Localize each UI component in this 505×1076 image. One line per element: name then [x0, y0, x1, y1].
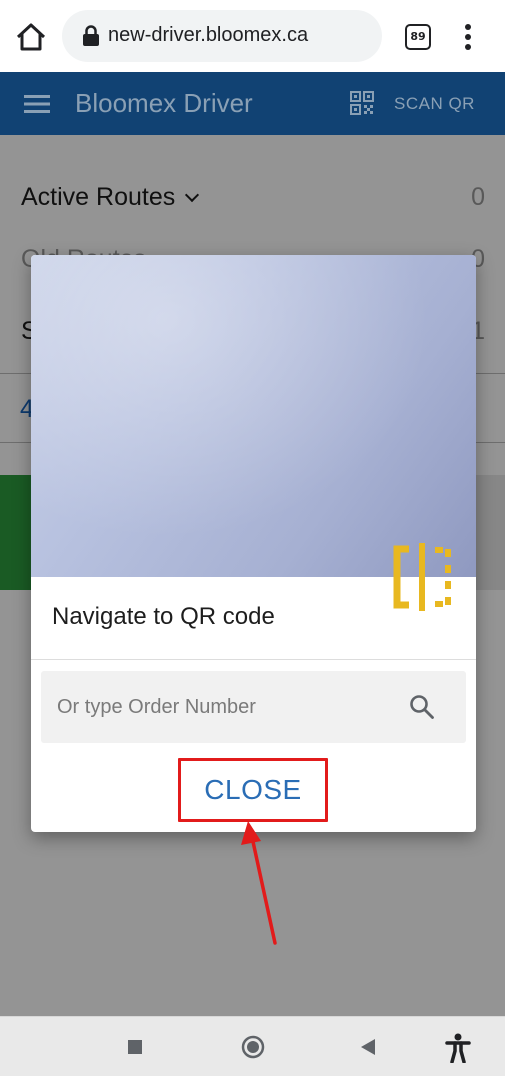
accessibility-icon[interactable]	[444, 1033, 472, 1063]
close-button[interactable]: CLOSE	[181, 761, 325, 819]
lock-icon	[83, 25, 99, 46]
camera-preview	[31, 255, 476, 577]
system-nav-bar	[0, 1016, 505, 1076]
search-icon[interactable]	[409, 694, 435, 720]
nav-home-icon[interactable]	[241, 1035, 265, 1059]
divider	[31, 659, 476, 660]
scan-qr-button[interactable]: SCAN QR	[394, 94, 475, 114]
camera-flip-icon[interactable]	[391, 543, 453, 611]
address-bar[interactable]: new-driver.bloomex.ca	[62, 10, 382, 62]
tabs-icon[interactable]: 89	[405, 24, 431, 50]
order-number-input[interactable]	[41, 671, 401, 743]
qr-scan-dialog: Navigate to QR code CLOSE	[31, 255, 476, 832]
nav-recent-icon[interactable]	[128, 1040, 142, 1054]
dialog-title: Navigate to QR code	[52, 603, 275, 630]
annotation-arrow	[241, 821, 277, 945]
more-vert-icon[interactable]	[458, 22, 478, 52]
url-text: new-driver.bloomex.ca	[108, 24, 309, 46]
home-icon[interactable]	[14, 20, 48, 54]
app-title: Bloomex Driver	[75, 88, 253, 118]
close-button-highlight: CLOSE	[178, 758, 328, 822]
menu-icon[interactable]	[24, 94, 50, 114]
app-bar: Bloomex Driver SCAN QR	[0, 72, 505, 135]
qr-code-icon[interactable]	[350, 91, 374, 115]
order-search	[41, 671, 466, 743]
nav-back-icon[interactable]	[359, 1037, 377, 1057]
browser-toolbar: new-driver.bloomex.ca 89	[0, 0, 505, 72]
